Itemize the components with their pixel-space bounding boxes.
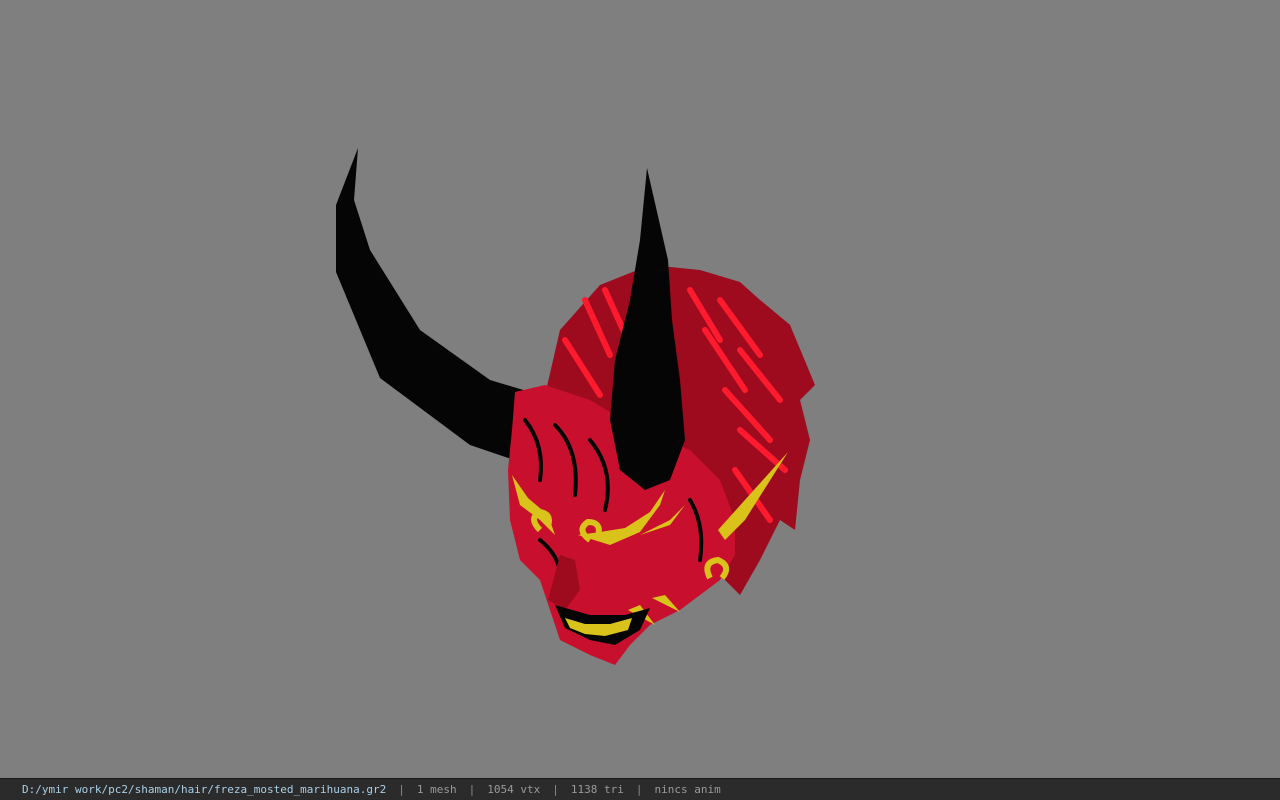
separator: | bbox=[635, 783, 643, 796]
separator: | bbox=[552, 783, 559, 796]
3d-viewport[interactable] bbox=[0, 0, 1280, 778]
separator: | bbox=[468, 783, 476, 796]
separator: | bbox=[398, 783, 405, 796]
anim-status: nincs anim bbox=[654, 783, 721, 796]
file-path: D:/ymir work/pc2/shaman/hair/freza_moste… bbox=[22, 783, 387, 796]
status-bar: D:/ymir work/pc2/shaman/hair/freza_moste… bbox=[0, 778, 1280, 800]
triangle-count: 1138 tri bbox=[570, 783, 624, 796]
vertex-count: 1054 vtx bbox=[487, 783, 541, 796]
oni-mask-model[interactable] bbox=[0, 0, 1280, 778]
mesh-count: 1 mesh bbox=[416, 783, 457, 796]
